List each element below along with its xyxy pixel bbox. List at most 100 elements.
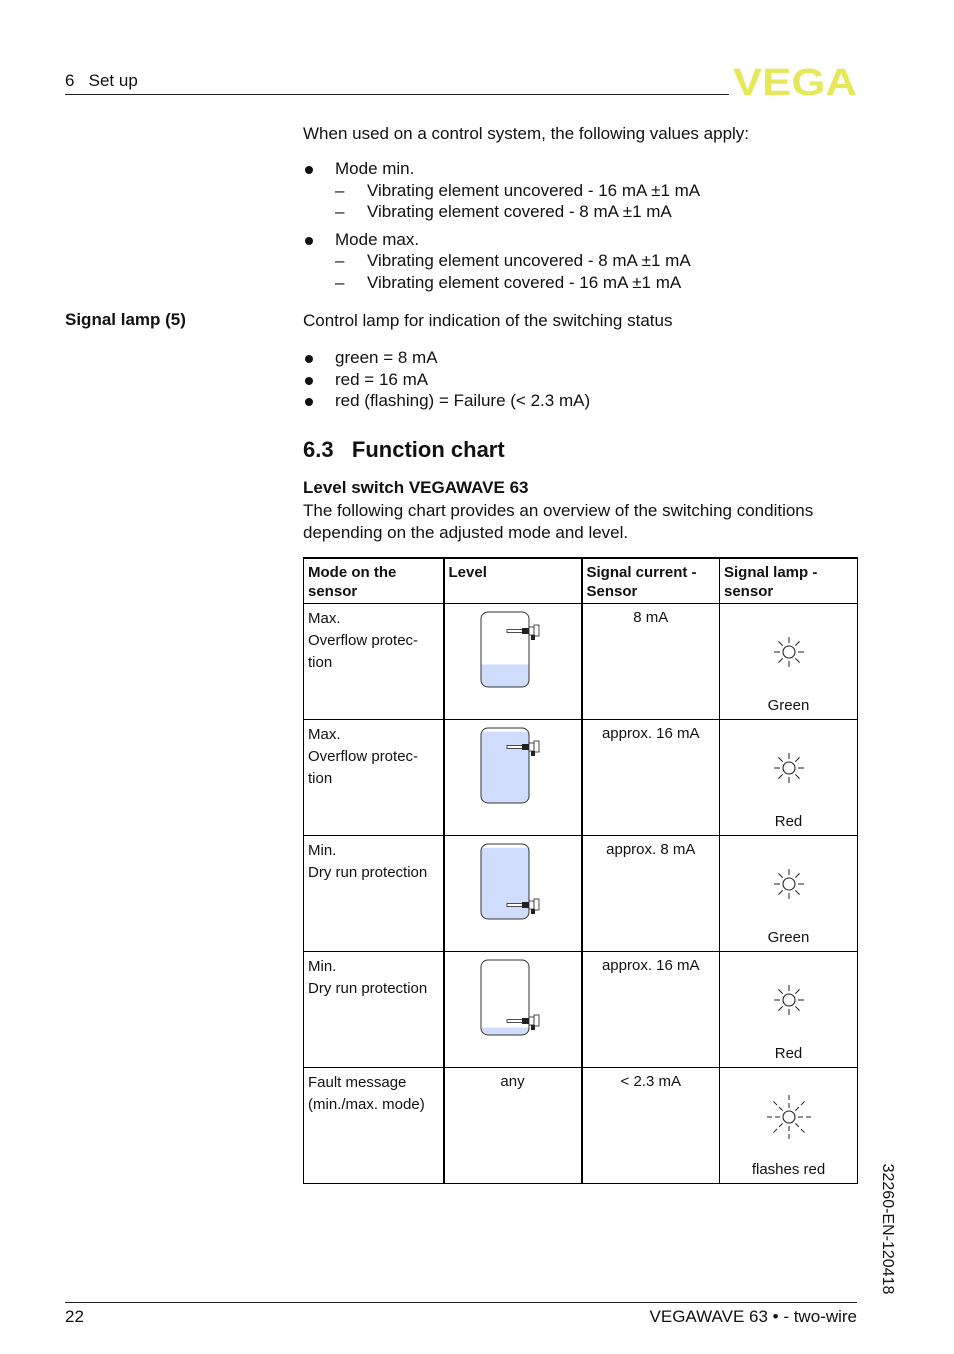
dash-icon: – — [335, 202, 345, 221]
control-system-intro: When used on a control system, the follo… — [303, 124, 750, 143]
mode-max-values: – Vibrating element uncovered - 8 mA ±1 m… — [335, 250, 700, 293]
dash-icon: – — [335, 180, 345, 200]
cell-mode: Min. Dry run protection — [303, 951, 444, 1068]
page-number: 22 — [65, 1307, 84, 1326]
mode-line-2: Dry run protection — [308, 980, 428, 997]
lamp-on-icon — [773, 637, 804, 667]
cell-signal-lamp: Red — [719, 719, 858, 836]
mode-value: – Vibrating element covered - 16 mA ±1 mA — [335, 272, 700, 294]
mode-line-1: Min. — [308, 958, 337, 975]
tank-with-sensor-icon — [480, 843, 539, 920]
signal-lamp-item-text: red = 16 mA — [335, 369, 429, 389]
dash-icon: – — [335, 251, 345, 270]
tank-outline — [480, 959, 529, 1036]
mode-min-values: – Vibrating element uncovered - 16 mA ±1 … — [335, 180, 700, 223]
cell-signal-lamp: Green — [719, 603, 858, 720]
bullet-icon — [305, 166, 313, 174]
cell-level — [442, 951, 582, 1068]
cell-signal-current: < 2.3 mA — [580, 1067, 720, 1184]
lamp-on-icon — [773, 753, 804, 783]
cell-mode: Fault message (min./max. mode) — [303, 1067, 444, 1184]
table-row: Fault message (min./max. mode) any < 2.3 mA… — [303, 1067, 858, 1184]
mode-line-2: Overflow protec-tion — [308, 748, 419, 787]
signal-lamp-list: green = 8 mA red = 16 mA red (flashing) … — [303, 347, 590, 412]
cell-signal-lamp: flashes red — [719, 1067, 858, 1184]
cell-mode: Max. Overflow protec-tion — [303, 719, 444, 836]
lamp-state-label: Red — [774, 813, 803, 830]
liquid-fill — [480, 731, 529, 803]
signal-lamp-description: Control lamp for indication of the switc… — [303, 311, 673, 330]
level-text: any — [500, 1073, 525, 1090]
cell-signal-current: 8 mA — [580, 603, 720, 720]
cell-signal-lamp: Red — [719, 951, 858, 1068]
function-chart-description: The following chart provides an overview… — [303, 501, 814, 542]
signal-lamp-item: red = 16 mA — [303, 369, 590, 391]
liquid-fill — [480, 1027, 529, 1035]
bullet-icon — [305, 236, 313, 245]
vibrating-sensor-icon — [506, 624, 539, 640]
mode-value-text: Vibrating element covered - 8 mA ±1 mA — [367, 202, 672, 221]
cell-signal-current: approx. 16 mA — [580, 951, 720, 1068]
cell-level — [442, 835, 582, 952]
cell-mode: Min. Dry run protection — [303, 835, 444, 952]
tank-with-sensor-icon — [480, 727, 539, 804]
function-chart-subheading: Level switch VEGAWAVE 63 — [303, 478, 529, 497]
section-header: 6 Set up — [65, 71, 138, 90]
mode-value: – Vibrating element uncovered - 16 mA ±1 … — [335, 180, 700, 202]
dash-icon: – — [335, 272, 345, 292]
lamp-state-label: Green — [767, 929, 810, 946]
lamp-on-icon — [773, 869, 804, 899]
header-signal-current: Signal current - Sensor — [580, 557, 720, 604]
table-row: Min. Dry run protection approx. 16 mA Red — [303, 951, 858, 1068]
tank-with-sensor-icon — [480, 959, 539, 1036]
bullet-icon — [305, 398, 313, 406]
tank-with-sensor-icon — [480, 611, 539, 688]
header-level: Level — [442, 557, 582, 604]
lamp-on-icon — [773, 985, 804, 1015]
mode-label: Mode max. — [335, 229, 420, 249]
cell-signal-lamp: Green — [719, 835, 858, 952]
signal-lamp-item: red (flashing) = Failure (< 2.3 mA) — [303, 390, 590, 412]
cell-level — [442, 603, 582, 720]
lamp-state-label: flashes red — [751, 1161, 826, 1178]
lamp-state-label: Red — [774, 1045, 803, 1062]
mode-line-1: Fault message — [308, 1074, 407, 1091]
function-chart-heading: 6.3 Function chart — [303, 437, 505, 462]
document-id: 32260-EN-120418 — [879, 1163, 896, 1295]
mode-line-1: Max. — [308, 726, 341, 743]
table-row: Min. Dry run protection approx. 8 mA Green — [303, 835, 858, 952]
function-chart-table: Mode on the sensor Level Signal current … — [303, 557, 858, 1184]
liquid-fill — [480, 847, 529, 919]
mode-line-1: Min. — [308, 842, 337, 859]
signal-lamp-item-text: green = 8 mA — [335, 348, 438, 367]
table-body: Max. Overflow protec-tion 8 mA Green Max. Ove… — [303, 603, 858, 1184]
cell-level — [442, 719, 582, 836]
lamp-flashing-icon — [766, 1095, 811, 1139]
footer-rule — [65, 1302, 857, 1303]
lamp-state-label: Green — [767, 697, 810, 714]
mode-value-text: Vibrating element uncovered - 16 mA ±1 m… — [367, 180, 701, 200]
bullet-icon — [305, 355, 313, 363]
bullet-icon — [305, 376, 313, 385]
mode-value: – Vibrating element uncovered - 8 mA ±1 m… — [335, 250, 700, 272]
cell-level: any — [442, 1067, 582, 1184]
table-row: Max. Overflow protec-tion approx. 16 mA Red — [303, 719, 858, 836]
header-mode: Mode on the sensor — [303, 557, 444, 604]
mode-list: Mode min. – Vibrating element uncovered -… — [303, 158, 700, 293]
mode-line-2: Dry run protection — [308, 864, 428, 881]
mode-line-2: Overflow protec-tion — [308, 632, 419, 671]
mode-item-min: Mode min. – Vibrating element uncovered -… — [303, 158, 700, 223]
mode-line-2: (min./max. mode) — [308, 1096, 425, 1113]
signal-lamp-label: Signal lamp (5) — [65, 310, 186, 329]
cell-signal-current: approx. 16 mA — [580, 719, 720, 836]
liquid-fill — [480, 664, 529, 687]
cell-signal-current: approx. 8 mA — [580, 835, 720, 952]
mode-line-1: Max. — [308, 610, 341, 627]
mode-label: Mode min. — [335, 159, 415, 178]
footer-product: VEGAWAVE 63 • - two-wire — [649, 1307, 857, 1326]
mode-item-max: Mode max. – Vibrating element uncovered -… — [303, 229, 700, 294]
table-header-row: Mode on the sensor Level Signal current … — [303, 557, 858, 604]
vega-logo-text: VEGA — [733, 64, 857, 98]
vega-logo: VEGA — [733, 64, 857, 98]
mode-value-text: Vibrating element uncovered - 8 mA ±1 mA — [367, 251, 691, 270]
